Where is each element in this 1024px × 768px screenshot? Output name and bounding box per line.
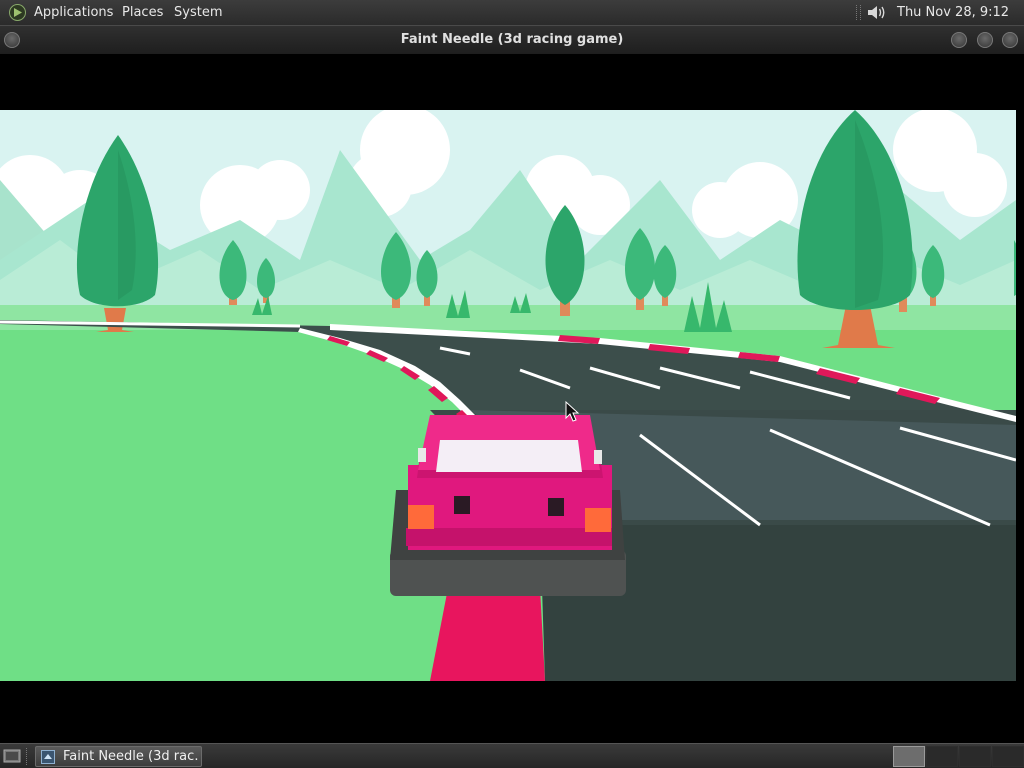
clock[interactable]: Thu Nov 28, 9:12 PM (897, 0, 1024, 45)
game-window-icon (41, 750, 55, 764)
workspace-1[interactable] (893, 746, 925, 767)
distro-logo-icon[interactable] (9, 4, 26, 21)
applications-menu[interactable]: Applications (34, 0, 113, 25)
window-title: Faint Needle (3d racing game) (400, 32, 624, 47)
workspace-switcher[interactable] (893, 746, 1024, 767)
minimize-icon[interactable] (951, 32, 967, 48)
player-car (390, 415, 626, 596)
workspace-4[interactable] (992, 746, 1024, 767)
system-menu[interactable]: System (174, 0, 222, 25)
game-scene (0, 110, 1016, 681)
panel-separator (856, 5, 861, 20)
skid-trail (430, 588, 545, 681)
workspace-2[interactable] (926, 746, 958, 767)
game-viewport[interactable] (0, 110, 1016, 681)
workspace-3[interactable] (959, 746, 991, 767)
bottom-panel: Faint Needle (3d rac… (0, 743, 1024, 768)
top-panel: Applications Places System Thu Nov 28, 9… (0, 0, 1024, 45)
taskbar-window-button[interactable]: Faint Needle (3d rac… (35, 746, 202, 767)
show-desktop-icon[interactable] (2, 747, 22, 765)
close-icon[interactable] (1002, 32, 1018, 48)
places-menu[interactable]: Places (122, 0, 163, 25)
window-titlebar[interactable]: Faint Needle (3d racing game) (0, 25, 1024, 54)
speaker-volume-icon[interactable] (866, 3, 888, 22)
taskbar-window-label: Faint Needle (3d rac… (63, 749, 199, 764)
maximize-icon[interactable] (977, 32, 993, 48)
taskbar-handle[interactable] (26, 748, 30, 765)
